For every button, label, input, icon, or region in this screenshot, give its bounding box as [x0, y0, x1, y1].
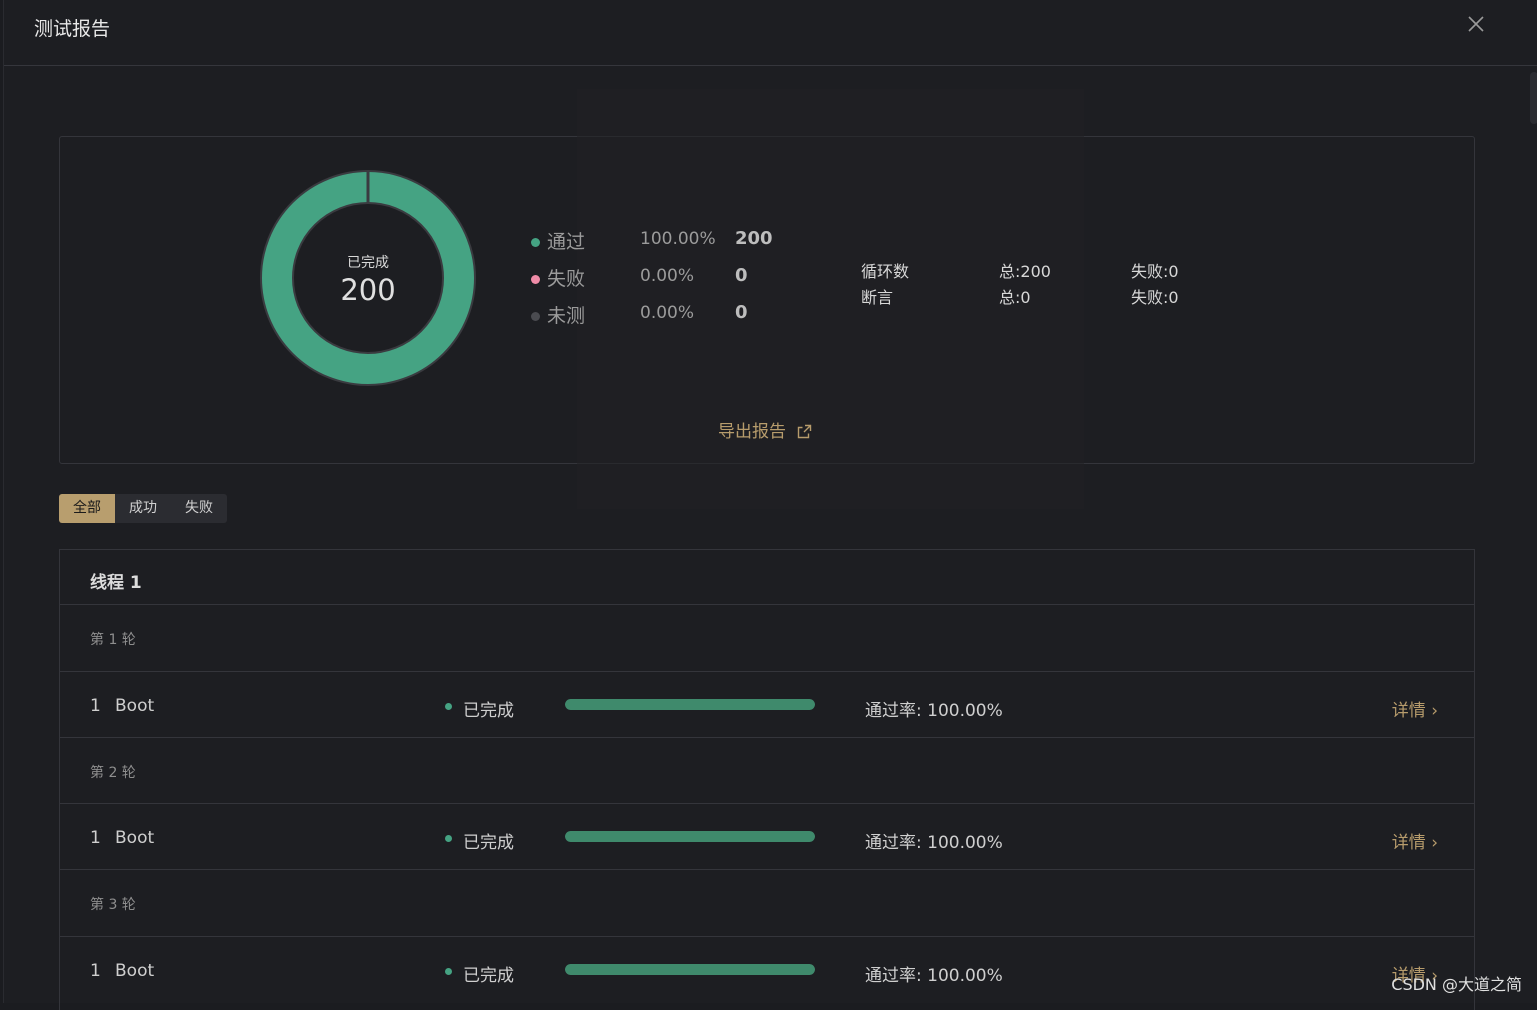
legend-fail-count: 0: [735, 265, 748, 286]
scrollbar[interactable]: [1530, 72, 1537, 124]
round-label: 第 3 轮: [90, 897, 136, 913]
export-report-label: 导出报告: [718, 422, 786, 442]
result-filter: 全部 成功 失败: [59, 494, 227, 523]
test-report-dialog: 测试报告 已完成 200 通过 100.00% 200 失败 0.00% 0 未…: [3, 0, 1537, 1010]
item-status: 已完成: [463, 966, 514, 986]
loops-total: 总:200: [999, 262, 1051, 281]
item-name: Boot: [115, 696, 155, 716]
assertions-fail: 失败:0: [1131, 288, 1179, 307]
legend-pass-count: 200: [735, 228, 773, 249]
dialog-header: 测试报告: [4, 0, 1537, 66]
legend-pass-percent: 100.00%: [640, 229, 716, 249]
completion-donut-chart: 已完成 200: [260, 170, 476, 386]
round-header: 第 1 轮: [60, 604, 1474, 671]
thread-panel: 线程 1 第 1 轮 1 Boot 已完成 通过率: 100.00% 详情 › …: [59, 549, 1475, 1010]
pass-rate: 通过率: 100.00%: [865, 833, 1003, 853]
legend-untested-label: 未测: [547, 305, 586, 327]
pass-rate: 通过率: 100.00%: [865, 966, 1003, 986]
details-link[interactable]: 详情 ›: [1392, 696, 1438, 721]
round-header: 第 3 轮: [60, 869, 1474, 936]
legend-untested-count: 0: [735, 302, 748, 323]
donut-label: 已完成: [347, 255, 389, 271]
loops-fail: 失败:0: [1131, 262, 1179, 281]
round-label: 第 2 轮: [90, 765, 136, 781]
details-label: 详情: [1391, 833, 1426, 853]
legend-untested-percent: 0.00%: [640, 303, 695, 323]
chevron-right-icon: ›: [1431, 833, 1438, 853]
details-label: 详情: [1391, 701, 1426, 721]
untested-dot-icon: [531, 312, 540, 321]
external-link-icon: [798, 424, 812, 439]
item-name: Boot: [115, 961, 155, 981]
assertions-total: 总:0: [999, 288, 1031, 307]
test-item-row: 1 Boot 已完成 通过率: 100.00% 详情 ›: [60, 671, 1474, 738]
legend-fail-percent: 0.00%: [640, 266, 695, 286]
filter-fail-button[interactable]: 失败: [171, 494, 227, 523]
progress-bar-fill: [565, 831, 815, 842]
watermark: CSDN @大道之简: [1391, 975, 1522, 994]
summary-panel: 已完成 200 通过 100.00% 200 失败 0.00% 0 未测 0.0…: [59, 89, 1475, 509]
chevron-right-icon: ›: [1431, 701, 1438, 721]
donut-total: 200: [340, 273, 395, 307]
export-report-link[interactable]: 导出报告: [718, 417, 812, 442]
filter-success-button[interactable]: 成功: [115, 494, 171, 523]
legend-fail-label: 失败: [547, 268, 586, 290]
round-header: 第 2 轮: [60, 737, 1474, 804]
progress-bar: [565, 699, 815, 710]
progress-bar-fill: [565, 964, 815, 975]
loops-label: 循环数: [861, 262, 910, 281]
test-item-row: 1 Boot 已完成 通过率: 100.00% 详情 ›: [60, 936, 1474, 1003]
thread-title: 线程 1: [90, 573, 142, 593]
item-index: 1: [90, 696, 101, 716]
assertions-label: 断言: [861, 288, 894, 307]
status-dot-icon: [445, 703, 452, 710]
legend-pass-label: 通过: [547, 231, 586, 253]
pass-rate: 通过率: 100.00%: [865, 701, 1003, 721]
pass-dot-icon: [531, 238, 540, 247]
fail-dot-icon: [531, 275, 540, 284]
item-index: 1: [90, 961, 101, 981]
status-dot-icon: [445, 835, 452, 842]
item-name: Boot: [115, 828, 155, 848]
round-label: 第 1 轮: [90, 632, 136, 648]
item-index: 1: [90, 828, 101, 848]
item-status: 已完成: [463, 701, 514, 721]
details-link[interactable]: 详情 ›: [1392, 828, 1438, 853]
dialog-title: 测试报告: [34, 18, 111, 40]
progress-bar: [565, 964, 815, 975]
filter-all-button[interactable]: 全部: [59, 494, 115, 523]
status-dot-icon: [445, 968, 452, 975]
progress-bar: [565, 831, 815, 842]
close-icon[interactable]: [1464, 12, 1488, 36]
item-status: 已完成: [463, 833, 514, 853]
progress-bar-fill: [565, 699, 815, 710]
test-item-row: 1 Boot 已完成 通过率: 100.00% 详情 ›: [60, 803, 1474, 870]
